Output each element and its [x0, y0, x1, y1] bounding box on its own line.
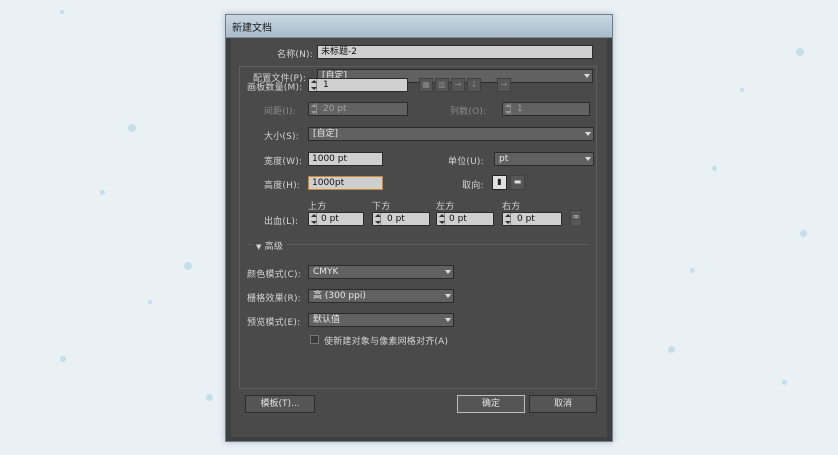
bleed-right-stepper[interactable]: 0 pt [502, 212, 562, 226]
grid-by-row-icon[interactable]: ▦ [419, 78, 433, 92]
preview-mode-value: 默认值 [313, 315, 341, 325]
bleed-bottom-value: 0 pt [387, 214, 405, 224]
preview-mode-select[interactable]: 默认值 [308, 313, 454, 327]
spacing-stepper[interactable]: 20 pt [308, 102, 408, 116]
advanced-toggle[interactable]: ▼ 高级 [252, 239, 288, 252]
size-select[interactable]: [自定] [308, 127, 594, 141]
align-pixel-grid-label: 使新建对象与像素网格对齐(A) [324, 337, 449, 347]
preview-mode-label: 预览模式(E): [247, 318, 301, 328]
bleed-left-stepper[interactable]: 0 pt [436, 212, 494, 226]
background-dot [796, 48, 804, 56]
stepper-arrows-icon[interactable] [375, 213, 381, 225]
color-mode-label: 颜色模式(C): [247, 270, 301, 280]
spacing-label: 间距(I): [264, 107, 296, 117]
color-mode-select[interactable]: CMYK [308, 265, 454, 279]
bleed-right-value: 0 pt [517, 214, 535, 224]
columns-value: 1 [517, 104, 523, 114]
units-value: pt [499, 154, 509, 164]
background-dot [668, 346, 675, 353]
cancel-button[interactable]: 取消 [529, 395, 597, 413]
stepper-arrows-icon[interactable] [311, 213, 317, 225]
width-input[interactable]: 1000 pt [308, 152, 383, 166]
bleed-top-value: 0 pt [321, 214, 339, 224]
background-dot [800, 230, 807, 237]
artboards-stepper[interactable]: 1 [308, 78, 408, 92]
background-dot [60, 10, 64, 14]
orientation-label: 取向: [462, 181, 484, 191]
size-label: 大小(S): [264, 132, 299, 142]
landscape-icon[interactable]: ▬ [510, 175, 525, 190]
stepper-arrows-icon[interactable] [311, 103, 317, 115]
chevron-down-icon [445, 270, 451, 274]
new-document-dialog: 名称(N): 未标题-2 配置文件(P): [自定] 画板数量(M): 1 ▦ … [231, 38, 607, 437]
bleed-left-value: 0 pt [449, 214, 467, 224]
height-label: 高度(H): [264, 181, 301, 191]
background-dot [184, 262, 192, 270]
raster-effects-label: 栅格效果(R): [247, 294, 301, 304]
stepper-arrows-icon[interactable] [505, 103, 511, 115]
background-dot [100, 190, 105, 195]
background-dot [782, 380, 787, 385]
stepper-arrows-icon[interactable] [505, 213, 511, 225]
color-mode-value: CMYK [313, 267, 339, 277]
bleed-top-stepper[interactable]: 0 pt [308, 212, 364, 226]
background-dot [690, 268, 695, 273]
size-value: [自定] [313, 129, 339, 139]
templates-button[interactable]: 模板(T)... [245, 395, 315, 413]
raster-effects-select[interactable]: 高 (300 ppi) [308, 289, 454, 303]
portrait-icon[interactable]: ▮ [492, 175, 507, 190]
bleed-bottom-label: 下方 [372, 202, 391, 212]
right-to-left-icon[interactable]: → [497, 78, 511, 92]
name-input[interactable]: 未标题-2 [317, 45, 593, 59]
new-document-window: 新建文档 名称(N): 未标题-2 配置文件(P): [自定] 画板数量(M):… [225, 14, 613, 442]
triangle-down-icon: ▼ [256, 243, 262, 251]
raster-effects-value: 高 (300 ppi) [313, 291, 366, 301]
artboards-value: 1 [323, 80, 329, 90]
background-dot [712, 166, 717, 171]
bleed-left-label: 左方 [436, 202, 455, 212]
bleed-bottom-stepper[interactable]: 0 pt [372, 212, 430, 226]
link-chain-icon[interactable]: ∞ [570, 210, 582, 227]
units-select[interactable]: pt [494, 152, 594, 166]
align-pixel-grid-checkbox[interactable] [310, 335, 319, 344]
chevron-down-icon [585, 157, 591, 161]
chevron-down-icon [445, 294, 451, 298]
arrange-by-column-icon[interactable]: ↓ [467, 78, 481, 92]
height-input[interactable]: 1000pt [308, 176, 383, 190]
ok-button[interactable]: 确定 [457, 395, 525, 413]
advanced-separator [248, 244, 588, 245]
chevron-down-icon [445, 318, 451, 322]
title-bar[interactable]: 新建文档 [226, 15, 612, 38]
stepper-arrows-icon[interactable] [439, 213, 445, 225]
columns-stepper[interactable]: 1 [502, 102, 590, 116]
width-label: 宽度(W): [264, 157, 303, 167]
advanced-label: 高级 [264, 242, 284, 252]
name-label: 名称(N): [277, 50, 313, 60]
bleed-label: 出血(L): [264, 217, 299, 227]
artboards-label: 画板数量(M): [247, 83, 303, 93]
units-label: 单位(U): [448, 157, 484, 167]
chevron-down-icon [585, 132, 591, 136]
profile-settings-panel: 画板数量(M): 1 ▦ ▥ → ↓ → 间距(I): 20 pt 列数(O):… [239, 66, 597, 389]
stepper-arrows-icon[interactable] [311, 79, 317, 91]
grid-by-column-icon[interactable]: ▥ [435, 78, 449, 92]
window-title: 新建文档 [232, 23, 272, 34]
bleed-top-label: 上方 [308, 202, 327, 212]
background-dot [206, 394, 213, 401]
background-dot [128, 124, 136, 132]
columns-label: 列数(O): [450, 107, 487, 117]
bleed-right-label: 右方 [502, 202, 521, 212]
background-dot [740, 88, 744, 92]
background-dot [148, 300, 152, 304]
spacing-value: 20 pt [323, 104, 347, 114]
arrange-by-row-icon[interactable]: → [451, 78, 465, 92]
background-dot [60, 356, 66, 362]
